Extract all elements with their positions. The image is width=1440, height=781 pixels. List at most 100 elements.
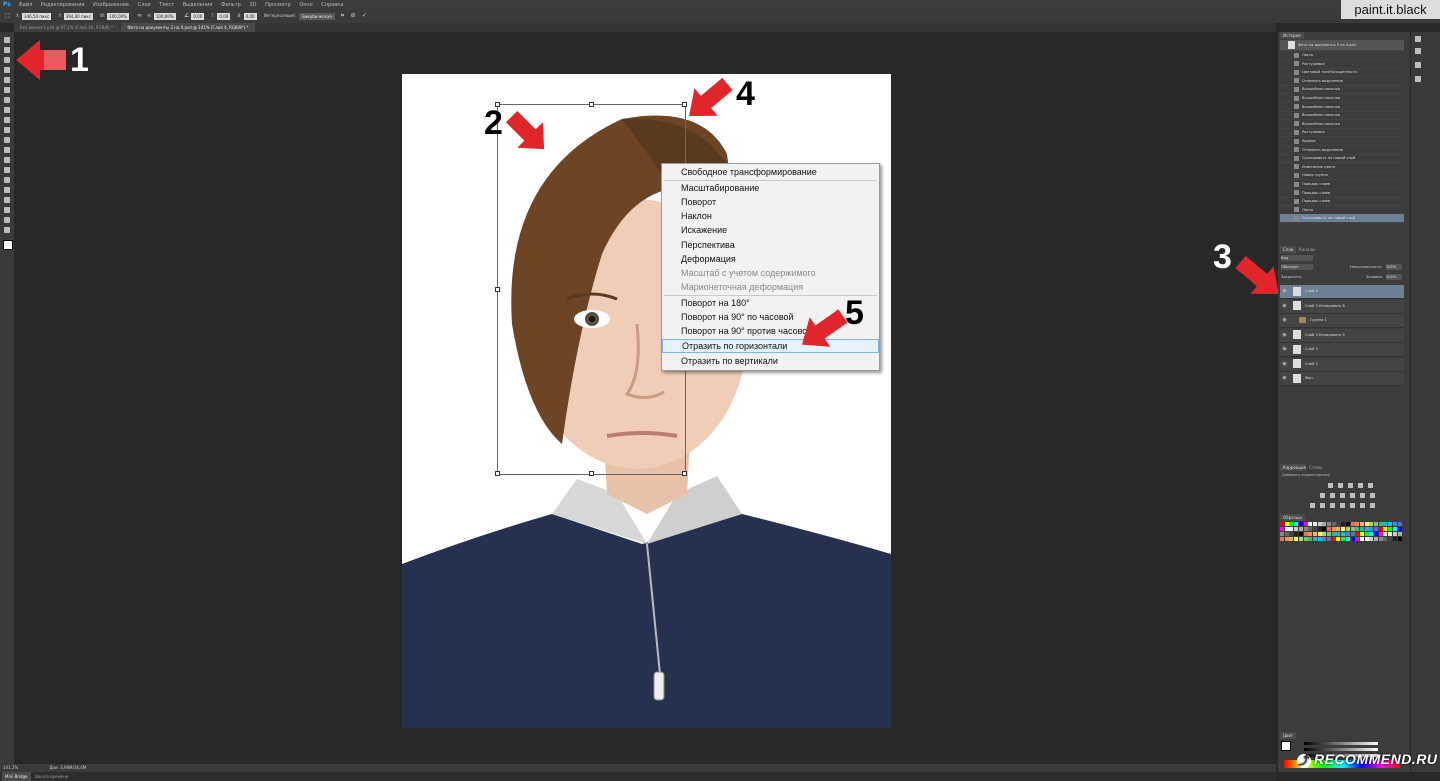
color-swatch[interactable] — [1284, 532, 1289, 536]
color-swatch[interactable] — [1294, 532, 1299, 536]
color-swatch[interactable] — [1355, 537, 1360, 541]
color-swatch[interactable] — [1331, 522, 1336, 526]
color-swatch[interactable] — [1364, 537, 1369, 541]
color-swatch[interactable] — [1359, 522, 1364, 526]
visibility-eye-icon[interactable]: ◉ — [1280, 358, 1289, 371]
color-swatch[interactable] — [1280, 532, 1284, 536]
swatch-grid[interactable] — [1280, 522, 1404, 544]
color-swatch[interactable] — [1392, 527, 1397, 531]
color-swatch[interactable] — [1383, 537, 1388, 541]
color-swatch[interactable] — [1308, 527, 1313, 531]
color-swatch[interactable] — [1298, 522, 1303, 526]
color-swatch[interactable] — [1317, 522, 1322, 526]
color-swatch[interactable] — [1374, 527, 1378, 531]
color-swatch[interactable] — [1369, 532, 1374, 536]
color-swatch[interactable] — [1369, 537, 1374, 541]
color-swatch[interactable] — [1336, 532, 1341, 536]
visibility-eye-icon[interactable]: ◉ — [1280, 329, 1289, 342]
color-swatch[interactable] — [1331, 537, 1336, 541]
history-item[interactable]: Скопировать на новый слой — [1280, 214, 1404, 224]
color-swatch[interactable] — [1378, 537, 1383, 541]
color-swatch[interactable] — [1294, 537, 1299, 541]
color-swatch[interactable] — [1374, 537, 1378, 541]
color-swatch[interactable] — [1303, 537, 1308, 541]
color-swatch[interactable] — [1284, 527, 1289, 531]
layer-row[interactable]: ◉ Слой 2 — [1280, 357, 1404, 372]
color-swatch[interactable] — [1359, 527, 1364, 531]
color-swatch[interactable] — [1392, 532, 1397, 536]
color-swatch[interactable] — [1341, 532, 1346, 536]
color-swatch[interactable] — [1369, 522, 1374, 526]
color-swatch[interactable] — [1327, 527, 1331, 531]
adjustment-buttons-icon[interactable] — [1308, 482, 1398, 512]
color-swatch[interactable] — [1289, 537, 1294, 541]
color-swatch[interactable] — [1345, 532, 1350, 536]
opacity-field[interactable]: 100% — [1386, 264, 1402, 270]
color-swatch[interactable] — [1294, 527, 1299, 531]
color-swatch[interactable] — [1280, 522, 1284, 526]
color-swatch[interactable] — [1355, 532, 1360, 536]
visibility-eye-icon[interactable]: ◉ — [1280, 314, 1289, 327]
color-swatch[interactable] — [1383, 532, 1388, 536]
color-swatch[interactable] — [1303, 532, 1308, 536]
color-swatch[interactable] — [1289, 532, 1294, 536]
color-swatch[interactable] — [1345, 527, 1350, 531]
color-swatch[interactable] — [1369, 527, 1374, 531]
layer-row[interactable]: ◉ Фон — [1280, 372, 1404, 386]
color-swatch[interactable] — [1388, 537, 1393, 541]
blend-mode-select[interactable]: Обычные — [1281, 264, 1313, 270]
color-swatch[interactable] — [1341, 522, 1346, 526]
color-swatch[interactable] — [1308, 522, 1313, 526]
color-swatch[interactable] — [1289, 522, 1294, 526]
color-swatch[interactable] — [1317, 532, 1322, 536]
fill-field[interactable]: 100% — [1386, 274, 1402, 280]
color-swatch[interactable] — [1392, 522, 1397, 526]
color-swatch[interactable] — [1327, 532, 1331, 536]
color-swatch[interactable] — [1359, 537, 1364, 541]
color-swatch[interactable] — [1388, 532, 1393, 536]
color-swatch[interactable] — [1312, 532, 1317, 536]
color-swatch[interactable] — [1388, 527, 1393, 531]
tab-history[interactable]: История — [1280, 32, 1304, 39]
color-swatch[interactable] — [1322, 522, 1327, 526]
visibility-eye-icon[interactable]: ◉ — [1280, 343, 1289, 356]
color-swatch[interactable] — [1284, 522, 1289, 526]
color-swatch[interactable] — [1317, 527, 1322, 531]
color-swatch[interactable] — [1336, 527, 1341, 531]
color-swatch[interactable] — [1388, 522, 1393, 526]
layer-row[interactable]: ◉ Слой 3 Копировать 5 — [1280, 328, 1404, 343]
layer-row[interactable]: ◉ Слой 3 Копировать 6 — [1280, 299, 1404, 314]
color-swatch[interactable] — [1350, 527, 1355, 531]
tab-channels[interactable]: Каналы — [1296, 246, 1319, 253]
tab-mini-bridge[interactable]: Mini Bridge — [2, 772, 31, 781]
color-swatch[interactable] — [1308, 537, 1313, 541]
color-swatch[interactable] — [1298, 527, 1303, 531]
layer-filter-select[interactable]: Вид — [1281, 255, 1313, 261]
color-swatch[interactable] — [1331, 532, 1336, 536]
color-swatch[interactable] — [1284, 537, 1289, 541]
layer-row[interactable]: ◉ Слой 4 — [1280, 285, 1404, 299]
color-swatch[interactable] — [1350, 532, 1355, 536]
color-swatch[interactable] — [1336, 537, 1341, 541]
color-swatch[interactable] — [1312, 522, 1317, 526]
tab-styles[interactable]: Стили — [1306, 464, 1325, 471]
color-swatch[interactable] — [1383, 522, 1388, 526]
color-swatch[interactable] — [1322, 532, 1327, 536]
tab-adjustments[interactable]: Коррекция — [1280, 464, 1309, 471]
color-swatch[interactable] — [1378, 522, 1383, 526]
history-snapshot[interactable]: Фото на документы 3 на 4.psd — [1280, 40, 1404, 51]
color-swatch[interactable] — [1383, 527, 1388, 531]
color-swatch[interactable] — [1341, 537, 1346, 541]
panel-strip-icons[interactable] — [1411, 32, 1440, 92]
color-swatch[interactable] — [1298, 532, 1303, 536]
color-swatch[interactable] — [1397, 532, 1402, 536]
color-swatch[interactable] — [1312, 537, 1317, 541]
color-swatch[interactable] — [1289, 527, 1294, 531]
color-swatch[interactable] — [1378, 527, 1383, 531]
color-swatch[interactable] — [1327, 537, 1331, 541]
color-swatch[interactable] — [1345, 522, 1350, 526]
color-swatch[interactable] — [1303, 522, 1308, 526]
color-swatch[interactable] — [1312, 527, 1317, 531]
color-swatch[interactable] — [1364, 532, 1369, 536]
tab-color[interactable]: Цвет — [1280, 732, 1297, 739]
